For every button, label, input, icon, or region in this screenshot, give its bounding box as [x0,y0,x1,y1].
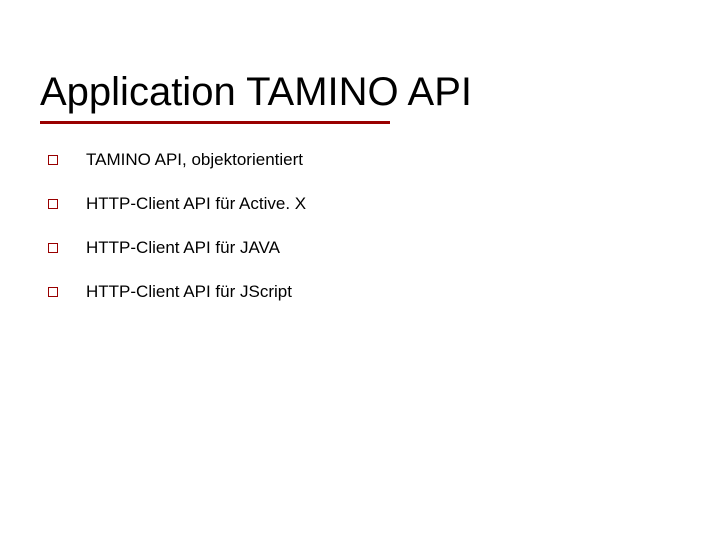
slide-title: Application TAMINO API [40,70,680,115]
square-bullet-icon [48,199,58,209]
title-underline [40,121,390,124]
bullet-text: HTTP-Client API für JAVA [86,238,280,258]
square-bullet-icon [48,243,58,253]
bullet-text: TAMINO API, objektorientiert [86,150,303,170]
bullet-text: HTTP-Client API für JScript [86,282,292,302]
slide: Application TAMINO API TAMINO API, objek… [0,0,720,540]
bullet-text: HTTP-Client API für Active. X [86,194,306,214]
list-item: HTTP-Client API für JScript [40,282,680,302]
square-bullet-icon [48,287,58,297]
list-item: HTTP-Client API für JAVA [40,238,680,258]
list-item: HTTP-Client API für Active. X [40,194,680,214]
list-item: TAMINO API, objektorientiert [40,150,680,170]
bullet-list: TAMINO API, objektorientiert HTTP-Client… [40,150,680,302]
square-bullet-icon [48,155,58,165]
